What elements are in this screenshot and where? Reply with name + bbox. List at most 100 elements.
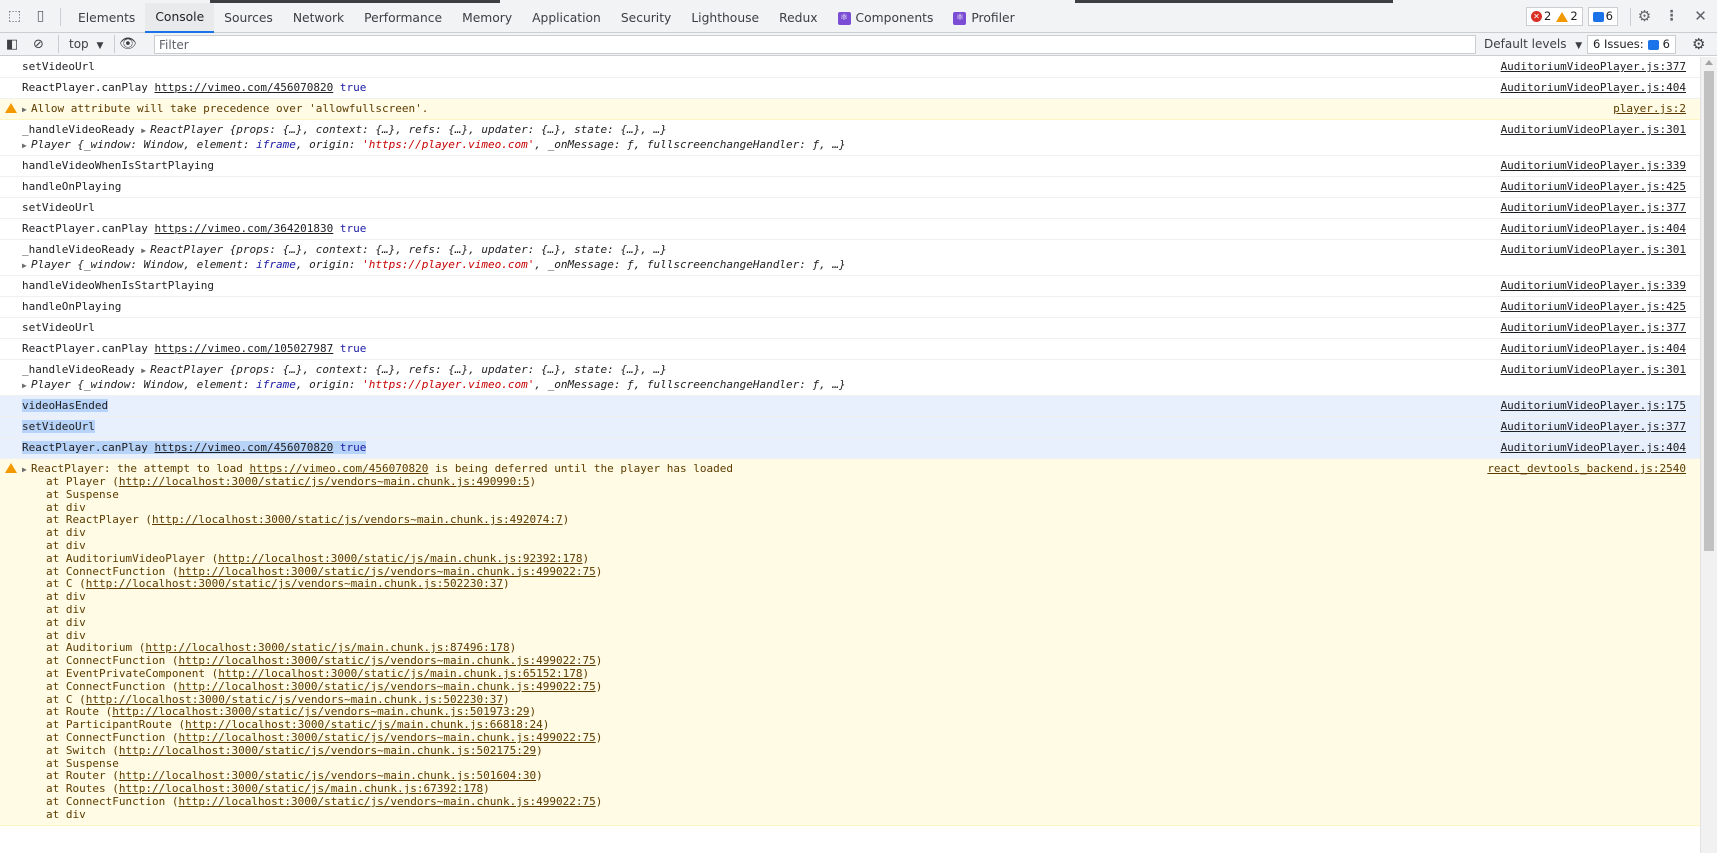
stack-frame-link[interactable]: http://localhost:3000/static/js/vendors~… xyxy=(86,577,503,590)
source-link[interactable]: AuditoriumVideoPlayer.js:425 xyxy=(1501,299,1686,314)
message-icon xyxy=(1647,39,1659,50)
expand-triangle-icon[interactable]: ▶ xyxy=(22,138,31,153)
live-expression-eye-icon[interactable]: 👁 xyxy=(119,35,137,54)
log-line: ▶ Player {_window: Window, element: ifram… xyxy=(22,257,1500,272)
settings-gear-icon[interactable]: ⚙ xyxy=(1636,8,1653,25)
log-levels-dropdown[interactable]: Default levels ▼ xyxy=(1484,35,1582,54)
stack-frame-link[interactable]: http://localhost:3000/static/js/vendors~… xyxy=(86,693,503,706)
log-text: ReactPlayer.canPlay xyxy=(22,441,148,454)
expand-triangle-icon[interactable]: ▶ xyxy=(141,243,150,258)
message-counter[interactable]: 6 xyxy=(1587,7,1618,26)
source-link[interactable]: AuditoriumVideoPlayer.js:301 xyxy=(1501,122,1686,137)
stack-frame-link[interactable]: http://localhost:3000/static/js/vendors~… xyxy=(152,513,563,526)
scroll-up-arrow-icon[interactable] xyxy=(1705,60,1713,65)
log-url-link[interactable]: https://vimeo.com/456070820 xyxy=(154,441,333,454)
tab-memory[interactable]: Memory xyxy=(452,3,522,33)
stack-frame-link[interactable]: http://localhost:3000/static/js/main.chu… xyxy=(185,718,543,731)
clear-console-icon[interactable]: ⊘ xyxy=(33,35,44,54)
source-link[interactable]: AuditoriumVideoPlayer.js:404 xyxy=(1501,80,1686,95)
source-link[interactable]: AuditoriumVideoPlayer.js:404 xyxy=(1501,221,1686,236)
tab-lighthouse[interactable]: Lighthouse xyxy=(681,3,769,33)
filter-input[interactable] xyxy=(154,35,1476,54)
tab-elements[interactable]: Elements xyxy=(68,3,145,33)
error-warning-counter[interactable]: ✕ 2 2 xyxy=(1526,7,1583,26)
tab-security[interactable]: Security xyxy=(611,3,682,33)
source-link[interactable]: AuditoriumVideoPlayer.js:377 xyxy=(1501,200,1686,215)
stack-frame-link[interactable]: http://localhost:3000/static/js/vendors~… xyxy=(112,705,529,718)
tab-network[interactable]: Network xyxy=(283,3,354,33)
expand-triangle-icon[interactable]: ▶ xyxy=(22,102,31,117)
source-link[interactable]: AuditoriumVideoPlayer.js:301 xyxy=(1501,242,1686,257)
log-line: setVideoUrl xyxy=(22,320,1500,335)
log-boolean: true xyxy=(339,81,367,94)
source-link[interactable]: react_devtools_backend.js:2540 xyxy=(1487,461,1686,476)
close-devtools-icon[interactable]: ✕ xyxy=(1692,8,1709,25)
device-toolbar-icon[interactable]: ▯ xyxy=(32,8,49,25)
stack-frame-link[interactable]: http://localhost:3000/static/js/main.chu… xyxy=(218,552,582,565)
source-link[interactable]: AuditoriumVideoPlayer.js:339 xyxy=(1501,158,1686,173)
stack-frame-link[interactable]: http://localhost:3000/static/js/vendors~… xyxy=(119,475,530,488)
source-link[interactable]: AuditoriumVideoPlayer.js:377 xyxy=(1501,59,1686,74)
stack-frame-link[interactable]: http://localhost:3000/static/js/vendors~… xyxy=(178,565,595,578)
console-scrollbar[interactable] xyxy=(1700,57,1717,853)
object-preview[interactable]: Player {_window: Window, element: iframe… xyxy=(31,138,846,151)
more-options-icon[interactable]: ⋮ xyxy=(1663,8,1680,25)
object-preview[interactable]: ReactPlayer {props: {…}, context: {…}, r… xyxy=(150,363,667,376)
expand-triangle-icon[interactable]: ▶ xyxy=(22,462,31,477)
object-preview[interactable]: ReactPlayer {props: {…}, context: {…}, r… xyxy=(150,243,667,256)
inspect-element-icon[interactable]: ⬚ xyxy=(6,8,23,25)
stack-frame-name: div xyxy=(65,526,86,540)
tab-profiler[interactable]: ⚛ Profiler xyxy=(943,3,1024,33)
source-link[interactable]: player.js:2 xyxy=(1613,101,1686,116)
stack-frame-name: Suspense xyxy=(65,756,119,770)
source-link[interactable]: AuditoriumVideoPlayer.js:425 xyxy=(1501,179,1686,194)
context-selector[interactable]: top ▼ xyxy=(69,35,103,54)
source-link[interactable]: AuditoriumVideoPlayer.js:404 xyxy=(1501,440,1686,455)
log-text: ReactPlayer.canPlay xyxy=(22,222,148,235)
object-preview[interactable]: Player {_window: Window, element: iframe… xyxy=(31,258,846,271)
tab-label: Redux xyxy=(779,11,818,25)
source-link[interactable]: AuditoriumVideoPlayer.js:175 xyxy=(1501,398,1686,413)
log-url-link[interactable]: https://vimeo.com/456070820 xyxy=(154,81,333,94)
message-counters[interactable]: ✕ 2 2 6 xyxy=(1526,7,1618,26)
expand-triangle-icon[interactable]: ▶ xyxy=(22,258,31,273)
stack-frame-link[interactable]: http://localhost:3000/static/js/vendors~… xyxy=(178,654,595,667)
source-link[interactable]: AuditoriumVideoPlayer.js:301 xyxy=(1501,362,1686,377)
stack-frame-link[interactable]: http://localhost:3000/static/js/vendors~… xyxy=(119,769,536,782)
tab-components[interactable]: ⚛ Components xyxy=(828,3,944,33)
object-preview[interactable]: Player {_window: Window, element: iframe… xyxy=(31,378,846,391)
scrollbar-thumb[interactable] xyxy=(1704,71,1714,551)
tab-sources[interactable]: Sources xyxy=(214,3,283,33)
tab-console[interactable]: Console xyxy=(145,3,215,33)
stack-frame-link[interactable]: http://localhost:3000/static/js/vendors~… xyxy=(178,680,595,693)
stack-frame-link[interactable]: http://localhost:3000/static/js/vendors~… xyxy=(178,731,595,744)
object-preview[interactable]: ReactPlayer {props: {…}, context: {…}, r… xyxy=(150,123,667,136)
stack-frame: at ReactPlayer (http://localhost:3000/st… xyxy=(46,513,570,527)
show-sidebar-icon[interactable]: ◧ xyxy=(6,35,18,54)
object-keyword: iframe xyxy=(256,258,296,271)
stack-frame-link[interactable]: http://localhost:3000/static/js/main.chu… xyxy=(218,667,582,680)
stack-frame-link[interactable]: http://localhost:3000/static/js/vendors~… xyxy=(178,795,595,808)
tab-application[interactable]: Application xyxy=(522,3,611,33)
source-link[interactable]: AuditoriumVideoPlayer.js:339 xyxy=(1501,278,1686,293)
tab-performance[interactable]: Performance xyxy=(354,3,452,33)
log-line: _handleVideoReady ▶ ReactPlayer {props: {… xyxy=(22,362,1500,377)
stack-frame-link[interactable]: http://localhost:3000/static/js/vendors~… xyxy=(119,744,536,757)
stack-frame-link[interactable]: http://localhost:3000/static/js/main.chu… xyxy=(145,641,509,654)
issues-button[interactable]: 6 Issues: 6 xyxy=(1587,35,1676,54)
log-url-link[interactable]: https://vimeo.com/364201830 xyxy=(154,222,333,235)
log-text: Allow attribute will take precedence ove… xyxy=(31,102,429,115)
expand-triangle-icon[interactable]: ▶ xyxy=(141,123,150,138)
browser-page-strip xyxy=(1075,0,1393,3)
log-url-link[interactable]: https://vimeo.com/105027987 xyxy=(154,342,333,355)
stack-frame-link[interactable]: http://localhost:3000/static/js/main.chu… xyxy=(119,782,483,795)
expand-triangle-icon[interactable]: ▶ xyxy=(141,363,150,378)
log-url-link[interactable]: https://vimeo.com/456070820 xyxy=(250,462,429,475)
console-settings-gear-icon[interactable]: ⚙ xyxy=(1692,35,1705,54)
tab-redux[interactable]: Redux xyxy=(769,3,827,33)
expand-triangle-icon[interactable]: ▶ xyxy=(22,378,31,393)
source-link[interactable]: AuditoriumVideoPlayer.js:377 xyxy=(1501,419,1686,434)
object-text: , origin: xyxy=(295,258,363,271)
source-link[interactable]: AuditoriumVideoPlayer.js:404 xyxy=(1501,341,1686,356)
source-link[interactable]: AuditoriumVideoPlayer.js:377 xyxy=(1501,320,1686,335)
